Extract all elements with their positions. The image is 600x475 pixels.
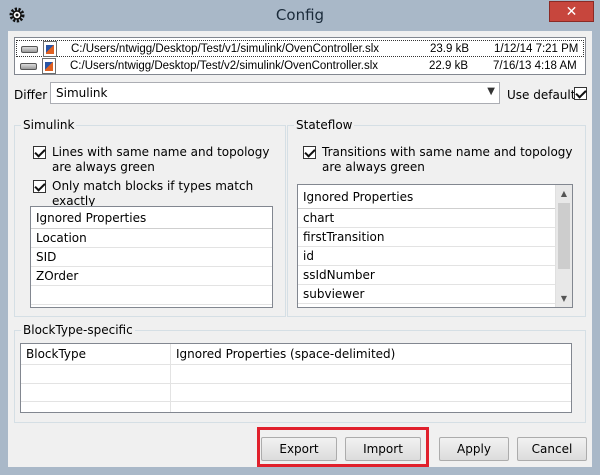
match-types-checkbox[interactable] [33,180,46,193]
slx-file-icon [43,40,57,57]
simulink-group-title: Simulink [21,118,77,132]
drive-icon [21,44,39,54]
file-row[interactable]: C:/Users/ntwigg/Desktop/Test/v2/simulink… [16,57,584,74]
transitions-green-checkbox[interactable] [303,146,316,159]
list-item[interactable]: ZOrder [31,267,272,286]
blocktype-group-title: BlockType-specific [21,323,135,337]
blocktype-column-header[interactable]: BlockType [26,347,86,361]
list-item[interactable]: id [298,247,572,266]
drive-icon [20,61,38,71]
list-header: Ignored Properties [31,207,272,229]
title-bar[interactable]: Config ✕ [0,0,600,31]
list-item[interactable]: chart [298,209,572,228]
table-header: BlockType Ignored Properties (space-deli… [21,344,571,365]
lines-green-checkbox[interactable] [33,146,46,159]
file-path: C:/Users/ntwigg/Desktop/Test/v1/simulink… [71,42,380,55]
scroll-up-icon[interactable]: ▲ [556,185,572,202]
apply-button[interactable]: Apply [439,437,509,461]
use-default-checkbox[interactable] [574,87,587,100]
stateflow-group: Stateflow Transitions with same name and… [287,118,586,317]
file-path: C:/Users/ntwigg/Desktop/Test/v2/simulink… [70,59,379,72]
chevron-down-icon: ▼ [487,86,495,97]
scroll-down-icon[interactable]: ▼ [556,290,572,307]
stateflow-ignored-list[interactable]: Ignored Properties chart firstTransition… [297,184,573,308]
simulink-ignored-list[interactable]: Ignored Properties Location SID ZOrder [30,206,273,308]
config-window: Config ✕ C:/Users/ntwigg/Desktop/Test/v1… [0,0,600,475]
differ-value: Simulink [56,86,108,100]
stateflow-group-title: Stateflow [294,118,355,132]
row-divider [21,401,571,402]
file-size: 22.9 kB [429,59,468,72]
export-import-highlight [257,427,429,467]
close-icon: ✕ [565,3,578,20]
lines-green-label: Lines with same name and topology are al… [52,145,270,174]
stateflow-list-scrollbar[interactable]: ▲ ▼ [555,185,572,307]
match-types-option[interactable]: Only match blocks if types match exactly [33,179,283,209]
scroll-thumb[interactable] [558,203,570,269]
differ-select[interactable]: Simulink ▼ [50,82,500,104]
list-item[interactable] [31,286,272,305]
simulink-group: Simulink Lines with same name and topolo… [14,118,286,317]
list-item[interactable]: ssIdNumber [298,266,572,285]
list-item[interactable]: SID [31,248,272,267]
lines-green-option[interactable]: Lines with same name and topology are al… [33,145,273,175]
file-list[interactable]: C:/Users/ntwigg/Desktop/Test/v1/simulink… [14,37,586,75]
row-divider [21,383,571,384]
slx-file-icon [42,57,56,74]
file-size: 23.9 kB [430,42,469,55]
file-date: 7/16/13 4:18 AM [493,59,577,72]
list-header: Ignored Properties [298,185,572,209]
window-title: Config [275,6,325,24]
list-item[interactable]: subviewer [298,285,572,304]
ignored-properties-column-header[interactable]: Ignored Properties (space-delimited) [176,347,395,361]
list-item[interactable]: Location [31,229,272,248]
list-item[interactable]: firstTransition [298,228,572,247]
differ-label: Differ [14,88,48,102]
cancel-button[interactable]: Cancel [517,437,587,461]
file-date: 1/12/14 7:21 PM [494,42,579,55]
use-default-label: Use default [507,88,576,102]
blocktype-table[interactable]: BlockType Ignored Properties (space-deli… [20,343,572,413]
file-row[interactable]: C:/Users/ntwigg/Desktop/Test/v1/simulink… [16,40,584,57]
transitions-green-option[interactable]: Transitions with same name and topology … [303,145,573,175]
dialog-body: C:/Users/ntwigg/Desktop/Test/v1/simulink… [8,31,592,467]
match-types-label: Only match blocks if types match exactly [52,179,254,208]
close-button[interactable]: ✕ [549,1,594,22]
transitions-green-label: Transitions with same name and topology … [322,145,573,174]
